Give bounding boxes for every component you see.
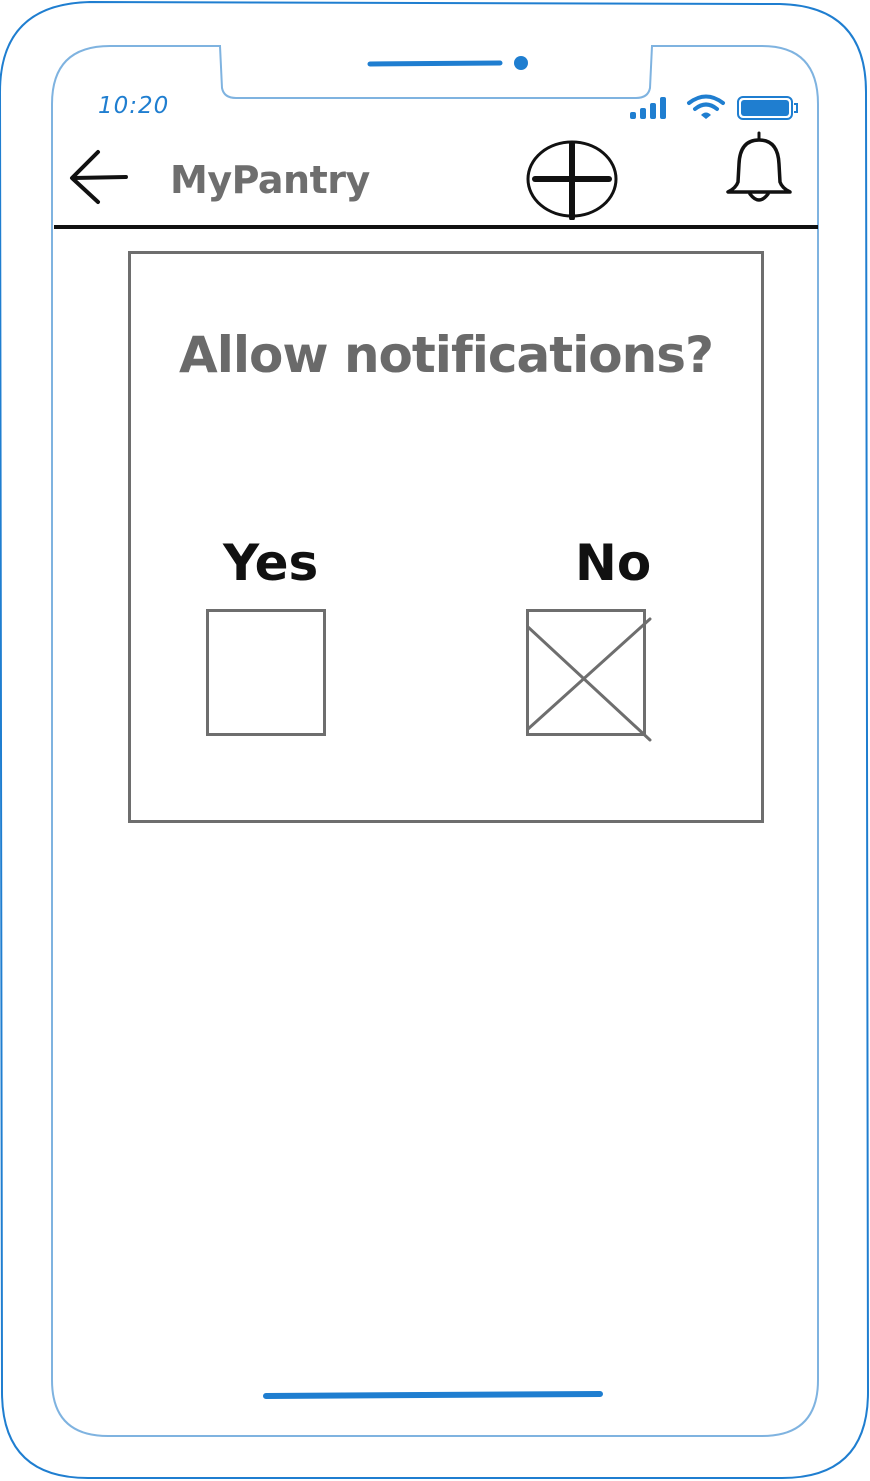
bell-icon [726,131,792,202]
add-button[interactable] [524,138,620,221]
yes-label: Yes [223,534,319,592]
notifications-button[interactable] [722,130,796,208]
signal-icon [630,97,666,119]
back-button[interactable] [66,148,132,208]
plus-circle-icon [526,140,618,221]
header-divider [54,225,818,229]
wifi-icon [687,94,725,119]
no-label: No [575,534,652,592]
home-indicator [263,1391,603,1399]
notification-permission-dialog: Allow notifications? Yes No [128,251,764,823]
status-time: 10:20 [98,93,170,119]
yes-checkbox[interactable] [206,609,326,736]
app-title: MyPantry [170,158,370,202]
front-camera [514,56,528,70]
speaker-grille [367,60,503,67]
app-header: MyPantry [54,130,818,230]
checked-x-icon [526,617,652,742]
arrow-left-icon [70,150,128,204]
dialog-title: Allow notifications? [179,326,714,384]
no-checkbox[interactable] [526,609,652,742]
battery-icon [737,96,798,120]
status-icons [628,94,800,124]
